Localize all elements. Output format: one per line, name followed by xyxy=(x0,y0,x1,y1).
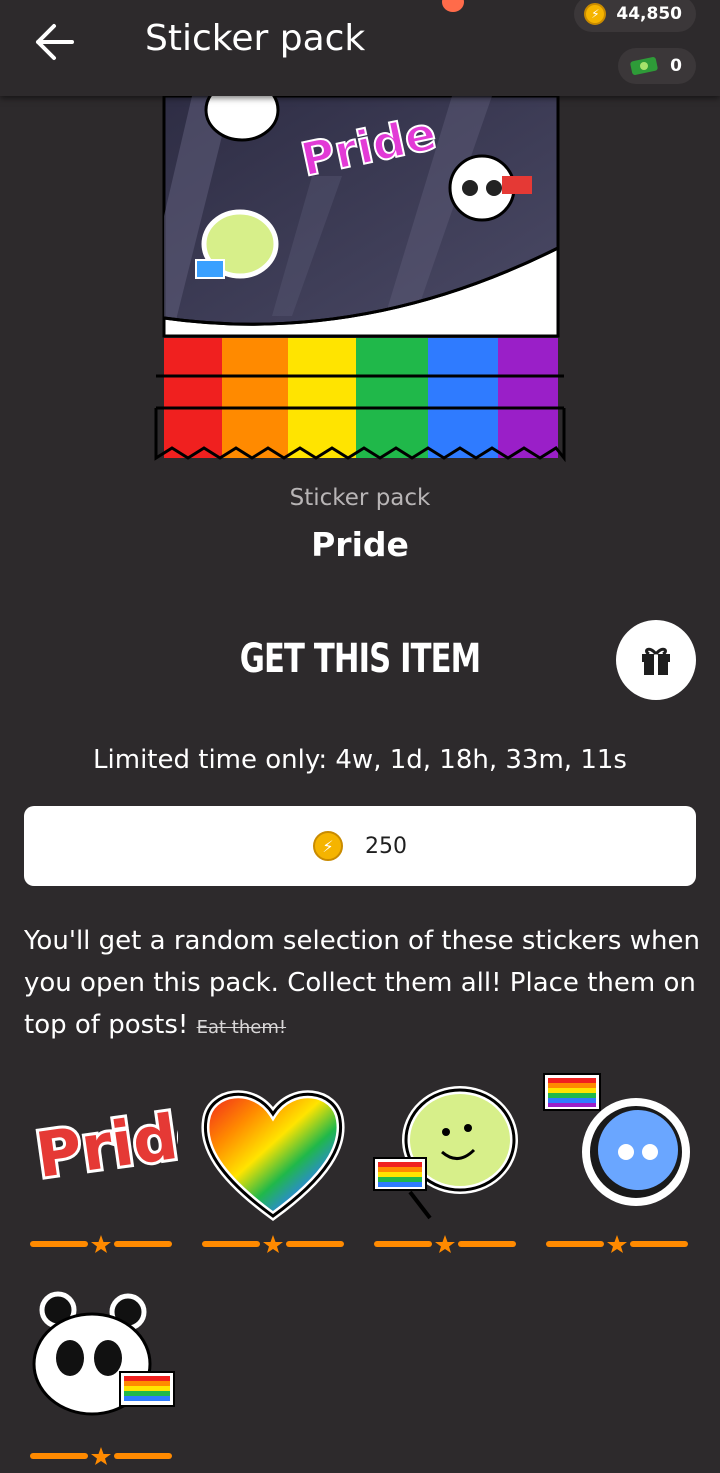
get-item-heading: GET THIS ITEM xyxy=(239,636,481,682)
rarity-indicator-5 xyxy=(30,1447,172,1465)
rarity-indicator-1 xyxy=(30,1235,172,1253)
description-struck-text: Eat them! xyxy=(196,1017,287,1038)
gift-button[interactable] xyxy=(616,620,696,700)
rarity-indicator-4 xyxy=(546,1235,688,1253)
sticker-ghost-flag[interactable] xyxy=(540,1068,690,1218)
app-bar: Sticker pack ⚡ 44,850 0 xyxy=(0,0,720,96)
item-name: Pride xyxy=(311,525,409,564)
item-type-label: Sticker pack xyxy=(289,485,431,511)
sticker-panda-flag[interactable] xyxy=(28,1282,178,1432)
sticker-pack-image: Pride xyxy=(154,96,566,463)
rarity-star-icon xyxy=(607,1235,627,1253)
sticker-frog-hand[interactable] xyxy=(370,1072,520,1222)
description-text: You'll get a random selection of these s… xyxy=(24,926,700,1040)
rarity-indicator-2 xyxy=(202,1235,344,1253)
buy-button[interactable]: ⚡ 250 xyxy=(24,806,696,886)
cash-balance[interactable]: 0 xyxy=(618,48,696,84)
coins-value: 44,850 xyxy=(616,4,682,24)
sticker-pride-label: Pride xyxy=(32,1094,178,1192)
pack-description: You'll get a random selection of these s… xyxy=(24,920,704,1049)
back-arrow-icon[interactable] xyxy=(32,22,80,62)
rarity-star-icon xyxy=(91,1447,111,1465)
coin-icon: ⚡ xyxy=(584,3,607,25)
rarity-star-icon xyxy=(91,1235,111,1253)
sticker-rainbow-heart[interactable] xyxy=(198,1076,348,1226)
gift-icon xyxy=(642,647,670,675)
coins-balance[interactable]: ⚡ 44,850 xyxy=(574,0,696,32)
rarity-indicator-3 xyxy=(374,1235,516,1253)
cash-value: 0 xyxy=(670,56,682,76)
coin-icon: ⚡ xyxy=(313,831,343,861)
notification-dot xyxy=(442,0,464,12)
rarity-star-icon xyxy=(263,1235,283,1253)
price-value: 250 xyxy=(365,833,407,859)
cash-icon xyxy=(630,57,658,75)
sticker-pride-text[interactable]: Pride xyxy=(28,1072,178,1222)
limited-time-timer: Limited time only: 4w, 1d, 18h, 33m, 11s xyxy=(93,745,627,775)
rarity-star-icon xyxy=(435,1235,455,1253)
page-title: Sticker pack xyxy=(145,18,366,59)
